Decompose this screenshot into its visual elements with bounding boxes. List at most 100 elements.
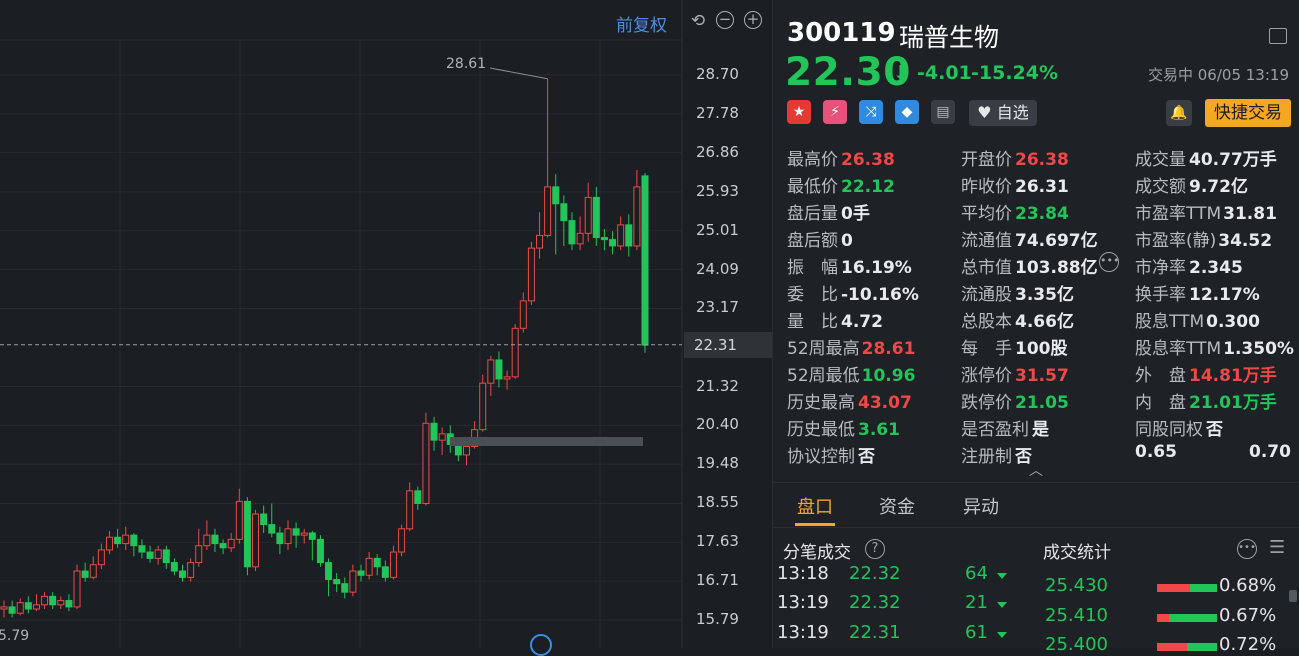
candle-body: [122, 534, 130, 545]
candle-body: [560, 203, 568, 222]
tick-volume: 61: [965, 622, 988, 643]
stats-more-icon[interactable]: •••: [1237, 539, 1257, 559]
tab-pankou[interactable]: 盘口: [797, 493, 833, 519]
shuffle-icon[interactable]: ⤨: [859, 100, 883, 124]
buy-ratio-bar: [1157, 643, 1187, 651]
stat-value: 0手: [841, 204, 870, 224]
y-tick-label: 21.32: [696, 376, 739, 395]
candle-body: [316, 538, 324, 564]
candle-body: [592, 196, 600, 239]
zoom-in-icon[interactable]: +: [744, 11, 762, 29]
stat-item: 成交额 9.72亿: [1135, 172, 1248, 197]
candle-body: [49, 595, 57, 606]
candle-body: [203, 534, 211, 547]
stat-label: 振 幅: [787, 258, 838, 278]
stat-item: 平均价 23.84: [961, 199, 1069, 224]
volume-profile-bar: [450, 437, 643, 446]
flash-icon[interactable]: ⚡: [823, 100, 847, 124]
stat-item: 市盈率TTM 31.81: [1135, 199, 1277, 224]
candle-body: [503, 376, 511, 380]
stat-item: 是否盈利是: [961, 415, 1049, 440]
y-tick-label: 20.40: [696, 415, 739, 434]
stat-item: 市净率 2.345: [1135, 253, 1243, 278]
candle-body: [260, 513, 268, 526]
stat-item: 开盘价 26.38: [961, 145, 1069, 170]
stock-name: 瑞普生物: [899, 23, 1000, 52]
candle-body: [552, 186, 560, 205]
restore-rights-toggle[interactable]: 前复权: [616, 11, 667, 36]
candle-body: [300, 532, 308, 536]
candle-body: [308, 532, 316, 540]
kline-chart[interactable]: 前复权 ⟲ − + 28.61 5.79 28.70 27.78 26.86 25.9…: [0, 0, 772, 656]
stat-label: 注册制: [961, 447, 1012, 467]
stat-value: 100股: [1015, 339, 1068, 359]
active-tab-underline: [795, 523, 835, 526]
candle-body: [170, 562, 178, 572]
tag-icon[interactable]: ◆: [895, 100, 919, 124]
candle-body: [179, 570, 187, 578]
candle-body: [187, 562, 195, 578]
candle-body: [373, 557, 381, 568]
stat-label: 总股本: [961, 312, 1012, 332]
stat-price: 25.430: [1045, 575, 1108, 596]
target-icon[interactable]: [530, 634, 552, 656]
document-icon[interactable]: ▤: [931, 100, 955, 124]
zoom-out-icon[interactable]: −: [716, 11, 734, 29]
stat-item: 总股本 4.66亿: [961, 307, 1074, 332]
tick-time: 13:18: [777, 563, 829, 584]
scrollbar-thumb[interactable]: [1289, 590, 1297, 602]
sell-ratio-bar: [1187, 643, 1217, 651]
stat-label: 52周最低: [787, 366, 860, 386]
stat-label: 开盘价: [961, 150, 1012, 170]
candle-body: [609, 239, 617, 247]
candle-body: [365, 557, 373, 576]
stat-value: 31.57: [1015, 366, 1069, 386]
stat-item: 外 盘 14.81万手: [1135, 361, 1277, 386]
candle-body: [65, 600, 73, 608]
candle-body: [146, 551, 154, 559]
stat-label: 同股同权: [1135, 420, 1203, 440]
quick-trade-button[interactable]: 快捷交易: [1205, 99, 1291, 127]
stat-item: 52周最高 28.61: [787, 334, 915, 359]
quote-panel: 300119 瑞普生物 22.30 ⬇ -4.01 -15.24% 交易中 06…: [772, 0, 1299, 655]
tab-yidong[interactable]: 异动: [963, 493, 999, 519]
list-view-icon[interactable]: ☰: [1269, 537, 1285, 558]
stat-price: 25.400: [1045, 634, 1108, 655]
stat-label: 市净率: [1135, 258, 1186, 278]
tab-zijin[interactable]: 资金: [879, 493, 915, 519]
stat-label: 换手率: [1135, 285, 1186, 305]
kline-svg[interactable]: [0, 0, 772, 648]
stat-label: 历史最高: [787, 393, 855, 413]
candle-body: [519, 300, 527, 329]
collapse-chevron-icon[interactable]: ︿: [1029, 460, 1043, 480]
stat-label: 市盈率(静): [1135, 231, 1217, 251]
reset-icon[interactable]: ⟲: [688, 11, 708, 31]
sell-ratio-bar: [1190, 584, 1217, 592]
stat-label: 昨收价: [961, 177, 1012, 197]
stat-item: 历史最高 43.07: [787, 388, 912, 413]
stat-label: 涨停价: [961, 366, 1012, 386]
layout-toggle-icon[interactable]: [1269, 28, 1287, 44]
y-tick-label: 27.78: [696, 103, 739, 122]
last-price: 22.30: [785, 50, 911, 95]
stat-item: 历史最低 3.61: [787, 415, 900, 440]
stat-label: 委 比: [787, 285, 838, 305]
candle-body: [325, 562, 333, 580]
china-flag-icon[interactable]: ★: [787, 100, 811, 124]
candle-body: [576, 232, 584, 245]
candle-body: [430, 422, 438, 441]
stat-value: 0.70: [1249, 442, 1291, 462]
stat-value: 26.38: [1015, 150, 1069, 170]
stat-percent: 0.72%: [1219, 634, 1277, 655]
high-marker-leader: [489, 67, 548, 80]
candle-body: [0, 606, 8, 610]
add-watchlist-button[interactable]: ♥ 自选: [969, 100, 1037, 126]
candle-body: [130, 534, 138, 547]
bell-icon[interactable]: 🔔: [1166, 100, 1192, 126]
help-icon[interactable]: ?: [865, 539, 885, 559]
down-arrow-icon: [997, 573, 1007, 579]
stat-value: 4.66亿: [1015, 312, 1074, 332]
stat-item: 内 盘 21.01万手: [1135, 388, 1277, 413]
candle-body: [32, 604, 40, 610]
more-icon[interactable]: •••: [1099, 252, 1119, 272]
